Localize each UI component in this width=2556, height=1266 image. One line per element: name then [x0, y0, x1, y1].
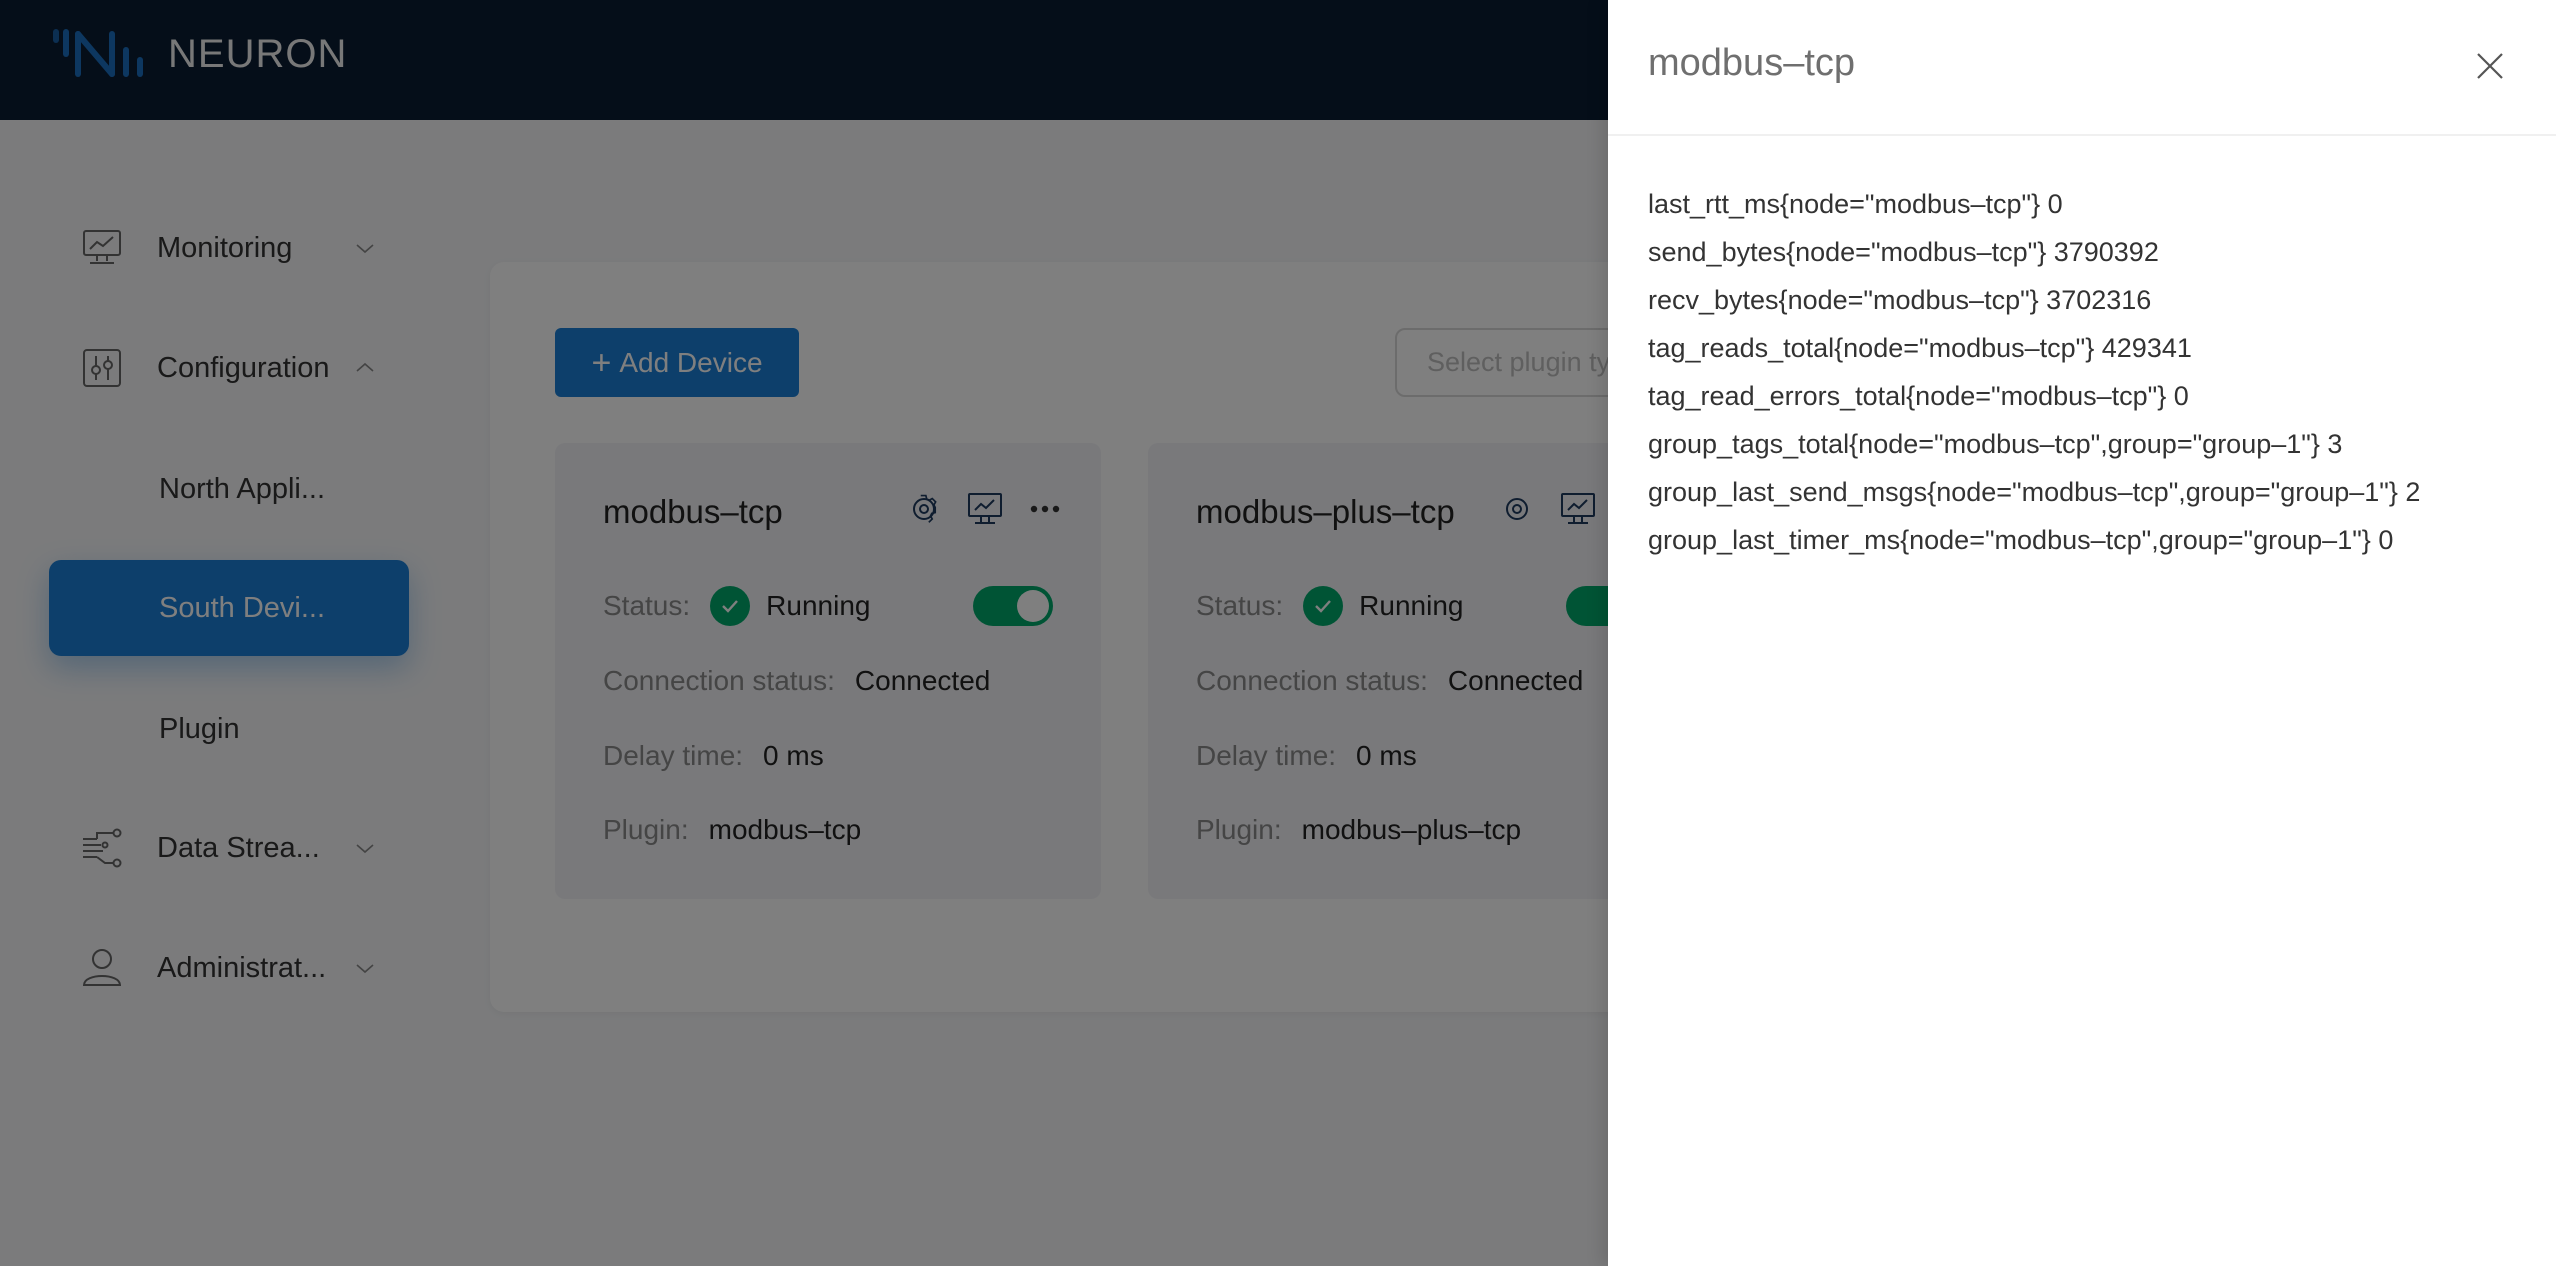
metric-line: group_tags_total{node="modbus–tcp",group…: [1648, 429, 2343, 459]
metric-line: group_last_timer_ms{node="modbus–tcp",gr…: [1648, 525, 2394, 555]
metric-line: recv_bytes{node="modbus–tcp"} 3702316: [1648, 285, 2152, 315]
metric-line: tag_read_errors_total{node="modbus–tcp"}…: [1648, 381, 2189, 411]
close-icon[interactable]: [2474, 50, 2506, 82]
metric-line: send_bytes{node="modbus–tcp"} 3790392: [1648, 237, 2159, 267]
metric-line: tag_reads_total{node="modbus–tcp"} 42934…: [1648, 333, 2192, 363]
metrics-drawer: modbus–tcp last_rtt_ms{node="modbus–tcp"…: [1608, 0, 2556, 1266]
metric-line: last_rtt_ms{node="modbus–tcp"} 0: [1648, 189, 2063, 219]
metrics-list: last_rtt_ms{node="modbus–tcp"} 0 send_by…: [1648, 180, 2420, 564]
drawer-title: modbus–tcp: [1648, 42, 1856, 84]
metric-line: group_last_send_msgs{node="modbus–tcp",g…: [1648, 477, 2421, 507]
drawer-header: modbus–tcp: [1608, 0, 2556, 136]
